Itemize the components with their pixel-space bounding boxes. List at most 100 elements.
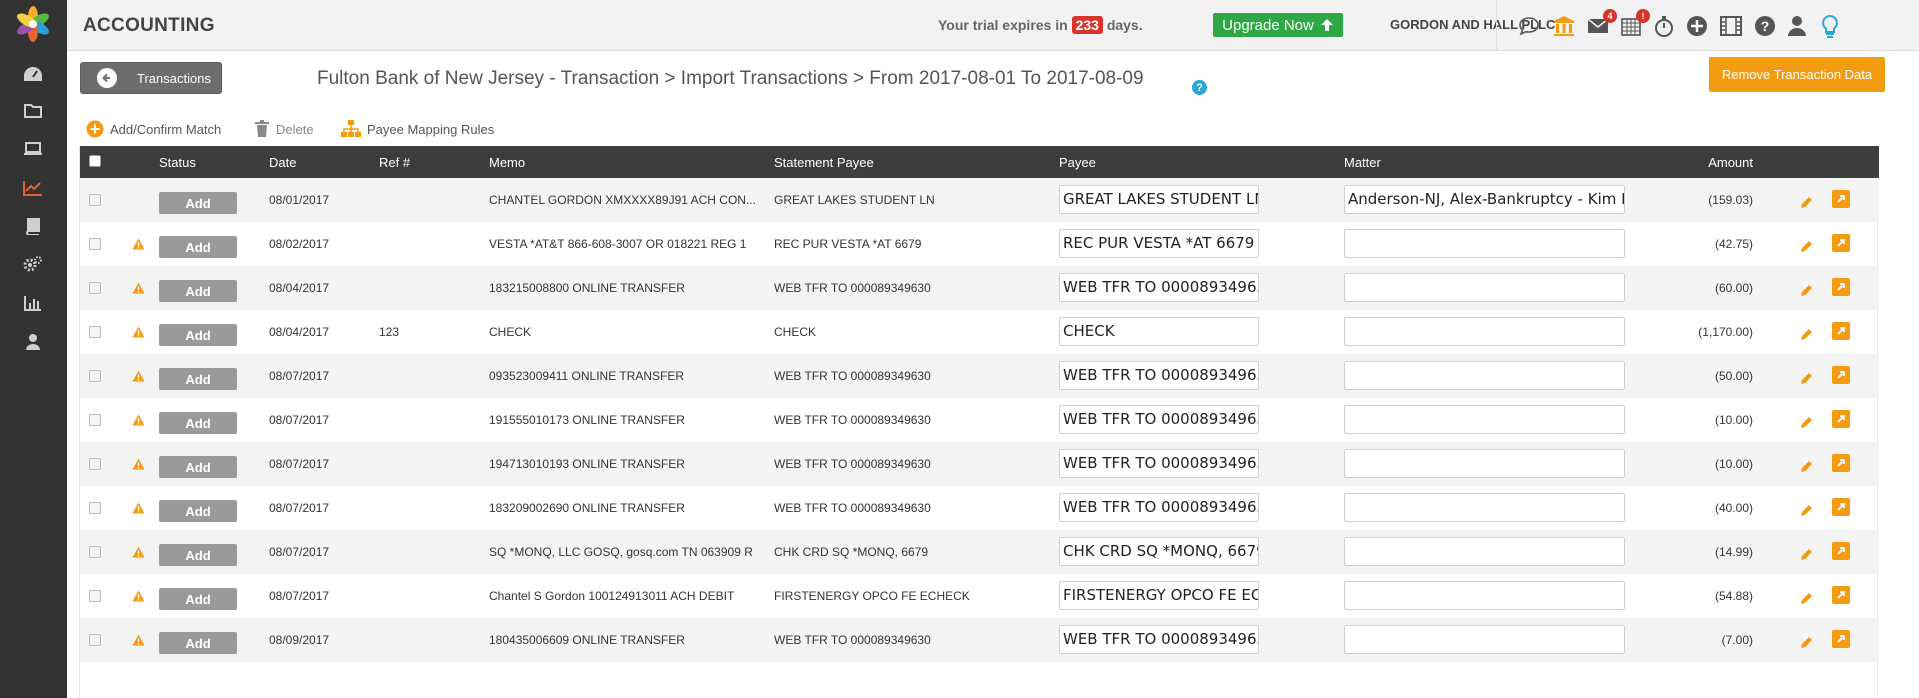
external-link-icon[interactable] xyxy=(1832,542,1850,560)
col-ref[interactable]: Ref # xyxy=(379,155,410,170)
external-link-icon[interactable] xyxy=(1832,498,1850,516)
matter-input[interactable] xyxy=(1344,317,1625,346)
payee-input[interactable]: GREAT LAKES STUDENT LN xyxy=(1059,185,1259,214)
table-row[interactable]: Add 08/07/2017 194713010193 ONLINE TRANSFE… xyxy=(80,442,1879,486)
matter-input[interactable] xyxy=(1344,449,1625,478)
pencil-icon[interactable] xyxy=(1800,504,1813,520)
upgrade-now-button[interactable]: Upgrade Now xyxy=(1213,13,1343,37)
col-status[interactable]: Status xyxy=(159,155,196,170)
back-to-transactions-button[interactable]: Transactions xyxy=(80,62,222,94)
user-icon[interactable] xyxy=(21,330,45,354)
row-checkbox[interactable] xyxy=(89,502,101,514)
question-icon[interactable]: ? xyxy=(1192,80,1207,95)
stopwatch-icon[interactable] xyxy=(1651,13,1677,39)
payee-input[interactable]: WEB TFR TO 000089349630 xyxy=(1059,449,1259,478)
bank-icon[interactable] xyxy=(1551,13,1577,39)
plus-circle-icon[interactable] xyxy=(1684,13,1710,39)
pencil-icon[interactable] xyxy=(1800,460,1813,476)
external-link-icon[interactable] xyxy=(1832,586,1850,604)
external-link-icon[interactable] xyxy=(1832,410,1850,428)
book-icon[interactable] xyxy=(21,214,45,238)
add-button[interactable]: Add xyxy=(159,280,237,302)
select-all-checkbox[interactable] xyxy=(89,155,101,167)
remove-transaction-data-button[interactable]: Remove Transaction Data xyxy=(1709,57,1885,92)
col-memo[interactable]: Memo xyxy=(489,155,525,170)
matter-input[interactable] xyxy=(1344,581,1625,610)
chart-line-icon[interactable] xyxy=(21,176,45,200)
payee-input[interactable]: FIRSTENERGY OPCO FE ECHECK xyxy=(1059,581,1259,610)
add-button[interactable]: Add xyxy=(159,368,237,390)
row-checkbox[interactable] xyxy=(89,194,101,206)
mail-icon[interactable]: 4 xyxy=(1585,9,1617,39)
col-payee[interactable]: Payee xyxy=(1059,155,1096,170)
row-checkbox[interactable] xyxy=(89,370,101,382)
add-button[interactable]: Add xyxy=(159,192,237,214)
pencil-icon[interactable] xyxy=(1800,196,1813,212)
external-link-icon[interactable] xyxy=(1832,454,1850,472)
external-link-icon[interactable] xyxy=(1832,630,1850,648)
row-checkbox[interactable] xyxy=(89,326,101,338)
row-checkbox[interactable] xyxy=(89,458,101,470)
row-checkbox[interactable] xyxy=(89,282,101,294)
add-button[interactable]: Add xyxy=(159,324,237,346)
app-logo[interactable] xyxy=(15,6,51,42)
payee-input[interactable]: CHK CRD SQ *MONQ, 6679 xyxy=(1059,537,1259,566)
gears-icon[interactable] xyxy=(21,252,45,276)
row-checkbox[interactable] xyxy=(89,634,101,646)
pencil-icon[interactable] xyxy=(1800,284,1813,300)
laptop-icon[interactable] xyxy=(21,137,45,161)
bar-chart-icon[interactable] xyxy=(21,291,45,315)
row-checkbox[interactable] xyxy=(89,238,101,250)
external-link-icon[interactable] xyxy=(1832,190,1850,208)
pencil-icon[interactable] xyxy=(1800,548,1813,564)
add-button[interactable]: Add xyxy=(159,456,237,478)
table-row[interactable]: Add 08/07/2017 191555010173 ONLINE TRANSFE… xyxy=(80,398,1879,442)
row-checkbox[interactable] xyxy=(89,414,101,426)
table-row[interactable]: Add 08/02/2017 VESTA *AT&T 866-608-3007 OR… xyxy=(80,222,1879,266)
payee-mapping-rules-button[interactable]: Payee Mapping Rules xyxy=(341,120,494,138)
payee-input[interactable]: REC PUR VESTA *AT 6679 xyxy=(1059,229,1259,258)
matter-input[interactable] xyxy=(1344,537,1625,566)
table-row[interactable]: Add 08/07/2017 183209002690 ONLINE TRANSFE… xyxy=(80,486,1879,530)
delete-button[interactable]: Delete xyxy=(254,120,314,138)
matter-input[interactable] xyxy=(1344,493,1625,522)
pencil-icon[interactable] xyxy=(1800,372,1813,388)
col-date[interactable]: Date xyxy=(269,155,296,170)
chat-icon[interactable] xyxy=(1516,13,1542,39)
row-checkbox[interactable] xyxy=(89,546,101,558)
pencil-icon[interactable] xyxy=(1800,328,1813,344)
table-row[interactable]: Add 08/07/2017 093523009411 ONLINE TRANSFE… xyxy=(80,354,1879,398)
pencil-icon[interactable] xyxy=(1800,240,1813,256)
pencil-icon[interactable] xyxy=(1800,592,1813,608)
external-link-icon[interactable] xyxy=(1832,366,1850,384)
dashboard-icon[interactable] xyxy=(21,62,45,86)
external-link-icon[interactable] xyxy=(1832,322,1850,340)
external-link-icon[interactable] xyxy=(1832,278,1850,296)
payee-input[interactable]: CHECK xyxy=(1059,317,1259,346)
external-link-icon[interactable] xyxy=(1832,234,1850,252)
payee-input[interactable]: WEB TFR TO 000089349630 xyxy=(1059,273,1259,302)
row-checkbox[interactable] xyxy=(89,590,101,602)
table-row[interactable]: Add 08/09/2017 180435006609 ONLINE TRANSFE… xyxy=(80,618,1879,662)
table-row[interactable]: Add 08/07/2017 SQ *MONQ, LLC GOSQ, gosq.co… xyxy=(80,530,1879,574)
add-button[interactable]: Add xyxy=(159,412,237,434)
payee-input[interactable]: WEB TFR TO 000089349630 xyxy=(1059,361,1259,390)
matter-input[interactable]: Anderson-NJ, Alex-Bankruptcy - Kim M xyxy=(1344,185,1625,214)
pencil-icon[interactable] xyxy=(1800,416,1813,432)
help-circle-icon[interactable]: ? xyxy=(1752,13,1778,39)
payee-input[interactable]: WEB TFR TO 000089349630 xyxy=(1059,493,1259,522)
film-icon[interactable] xyxy=(1718,13,1744,39)
add-button[interactable]: Add xyxy=(159,632,237,654)
add-button[interactable]: Add xyxy=(159,236,237,258)
table-row[interactable]: Add 08/04/2017 123 CHECK CHECK CHECK (1,170.00… xyxy=(80,310,1879,354)
matter-input[interactable] xyxy=(1344,229,1625,258)
table-row[interactable]: Add 08/07/2017 Chantel S Gordon 1001249130… xyxy=(80,574,1879,618)
user-profile-icon[interactable] xyxy=(1784,13,1810,39)
col-amount[interactable]: Amount xyxy=(1708,155,1753,170)
matter-input[interactable] xyxy=(1344,405,1625,434)
col-statement-payee[interactable]: Statement Payee xyxy=(774,155,874,170)
folder-icon[interactable] xyxy=(21,98,45,122)
matter-input[interactable] xyxy=(1344,625,1625,654)
table-row[interactable]: Add 08/04/2017 183215008800 ONLINE TRANSFE… xyxy=(80,266,1879,310)
pencil-icon[interactable] xyxy=(1800,636,1813,652)
